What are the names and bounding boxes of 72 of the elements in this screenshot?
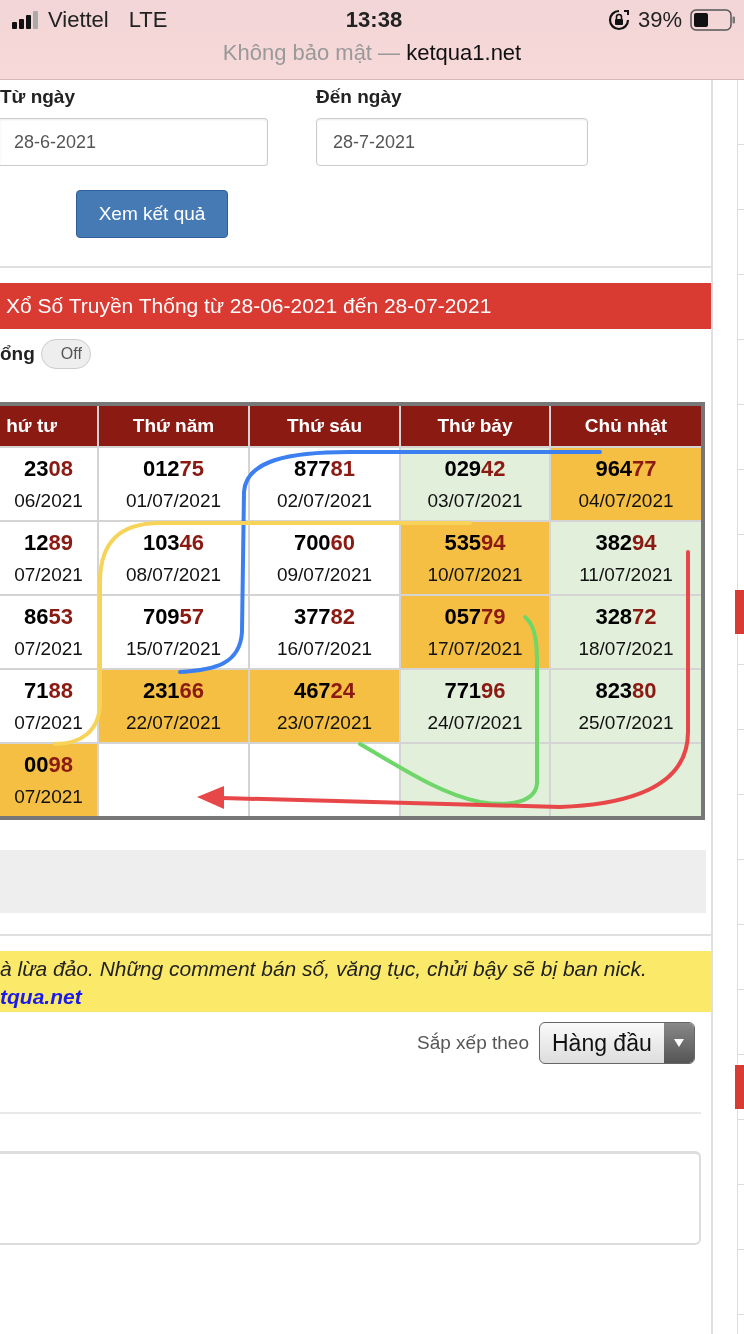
- draw-date: 01/07/2021: [125, 490, 222, 512]
- draw-date: 09/07/2021: [276, 564, 373, 586]
- draw-date: 02/07/2021: [276, 490, 373, 512]
- sort-dropdown[interactable]: Hàng đầu: [539, 1022, 695, 1064]
- draw-date: 25/07/2021: [578, 712, 674, 734]
- url-domain[interactable]: ketqua1.net: [406, 40, 522, 65]
- lottery-number: 2308: [24, 456, 73, 482]
- results-title-bar: Xổ Số Truyền Thống từ 28-06-2021 đến 28-07-2021: [0, 283, 711, 329]
- site-link[interactable]: tqua.net: [0, 983, 82, 1011]
- weekday-header: Thứ bảy: [401, 406, 549, 446]
- draw-date: 22/07/2021: [125, 712, 222, 734]
- lottery-number: 02942: [444, 456, 506, 482]
- lottery-number: 8653: [24, 604, 73, 630]
- field-label: Đến ngày: [316, 86, 403, 108]
- draw-date: 24/07/2021: [427, 712, 523, 734]
- battery-percent: 39%: [637, 7, 682, 33]
- security-label: Không bảo mật —: [222, 40, 401, 65]
- lottery-number: 53594: [444, 530, 506, 556]
- lottery-number: 87781: [293, 456, 356, 482]
- lottery-number: 05779: [444, 604, 506, 630]
- weekday-header: Thứ sáu: [250, 406, 399, 446]
- lottery-number: 7188: [24, 678, 73, 704]
- draw-date: 04/07/2021: [578, 490, 674, 512]
- weekday-header: Thứ năm: [99, 406, 248, 446]
- date-input-field[interactable]: 28-7-2021: [316, 118, 588, 166]
- draw-date: 07/2021: [14, 712, 83, 734]
- lottery-number: 96477: [595, 456, 657, 482]
- draw-date: 23/07/2021: [276, 712, 373, 734]
- lottery-number: 70060: [293, 530, 356, 556]
- lottery-number: 0098: [24, 752, 73, 778]
- lottery-number: 1289: [24, 530, 73, 556]
- view-results-button[interactable]: Xem kết quả: [76, 190, 228, 238]
- notice-text: à lừa đảo. Những comment bán số, văng tục, chửi bậy sẽ bị ban nick.: [0, 956, 648, 982]
- lottery-number: 37782: [293, 604, 356, 630]
- lottery-number: 32872: [595, 604, 657, 630]
- draw-date: 07/2021: [14, 638, 83, 660]
- draw-date: 11/07/2021: [579, 564, 673, 586]
- field-label: Từ ngày: [0, 86, 76, 108]
- draw-date: 03/07/2021: [427, 490, 523, 512]
- draw-date: 10/07/2021: [427, 564, 523, 586]
- clock-time: 13:38: [345, 7, 403, 33]
- sidebar-header: [735, 590, 744, 634]
- draw-date: 15/07/2021: [125, 638, 222, 660]
- draw-date: 16/07/2021: [276, 638, 373, 660]
- lottery-number: 38294: [595, 530, 657, 556]
- caret-icon: [673, 1038, 685, 1048]
- network-type: LTE: [128, 7, 168, 33]
- sidebar-header: [735, 1065, 744, 1109]
- toggle-label: ổng: [0, 343, 35, 365]
- weekday-header: Chủ nhật: [551, 406, 701, 446]
- lottery-number: 10346: [142, 530, 205, 556]
- draw-date: 18/07/2021: [578, 638, 674, 660]
- lottery-number: 46724: [293, 678, 356, 704]
- carrier-name: Viettel: [48, 7, 109, 33]
- date-input-field[interactable]: 28-6-2021: [0, 118, 268, 166]
- draw-date: 07/2021: [14, 564, 83, 586]
- signal-icon: [12, 11, 40, 29]
- weekday-header: hứ tư: [0, 406, 97, 446]
- lottery-number: 70957: [142, 604, 205, 630]
- lottery-number: 77196: [444, 678, 506, 704]
- draw-date: 17/07/2021: [427, 638, 523, 660]
- sort-label: Sắp xếp theo: [417, 1032, 529, 1054]
- lottery-number: 82380: [595, 678, 657, 704]
- toggle-switch[interactable]: Off: [40, 339, 91, 369]
- draw-date: 08/07/2021: [125, 564, 222, 586]
- comment-input-field[interactable]: [0, 1151, 701, 1245]
- draw-date: 06/2021: [14, 490, 83, 512]
- lottery-number: 23166: [142, 678, 205, 704]
- rotation-lock-icon: [607, 9, 630, 31]
- lottery-number: 01275: [142, 456, 205, 482]
- battery-icon: [690, 9, 736, 31]
- draw-date: 07/2021: [14, 786, 83, 808]
